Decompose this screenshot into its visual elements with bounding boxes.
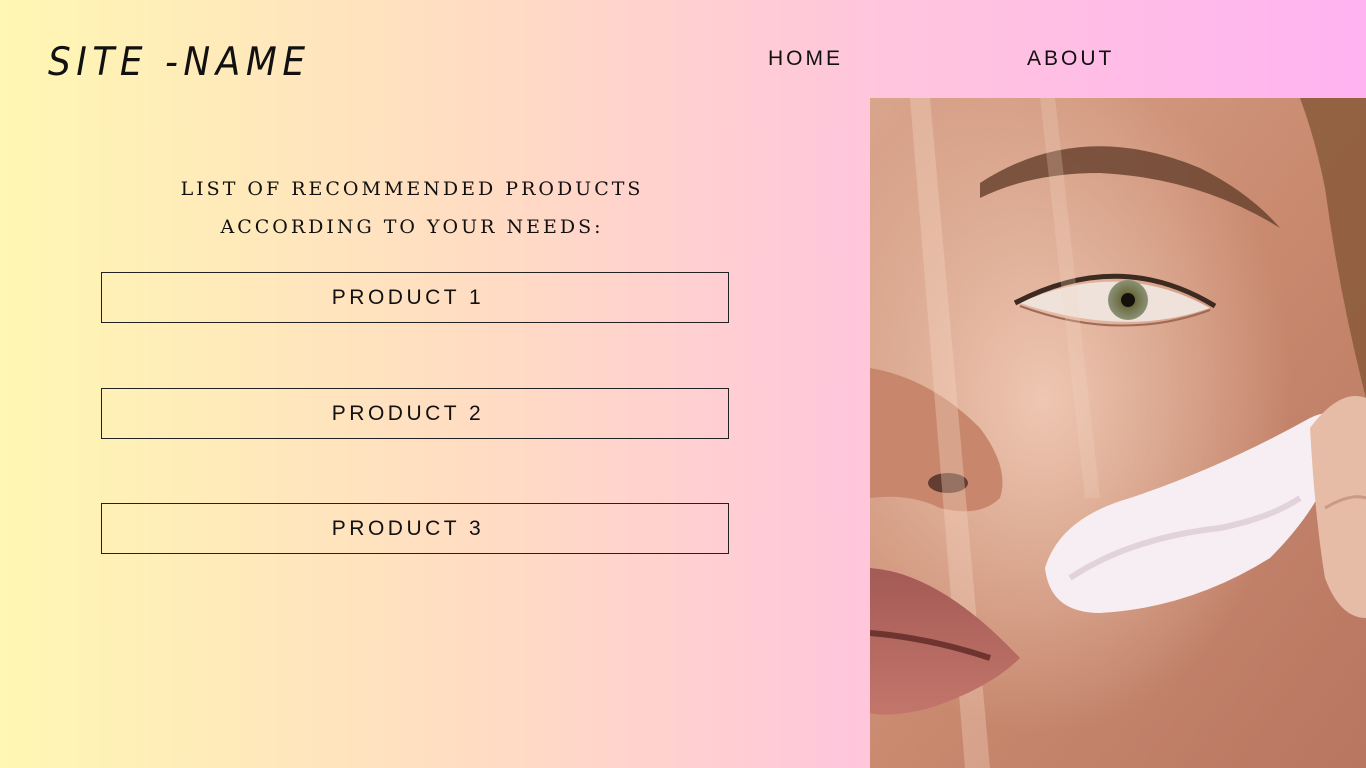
hero-image bbox=[870, 98, 1366, 768]
skincare-face-illustration bbox=[870, 98, 1366, 768]
product-2-button[interactable]: PRODUCT 2 bbox=[101, 388, 729, 439]
site-logo[interactable]: SITE -NAME bbox=[48, 40, 311, 85]
product-3-button[interactable]: PRODUCT 3 bbox=[101, 503, 729, 554]
recommendations-heading: LIST OF RECOMMENDED PRODUCTS ACCORDING T… bbox=[100, 170, 724, 246]
product-1-button[interactable]: PRODUCT 1 bbox=[101, 272, 729, 323]
nav-home-link[interactable]: HOME bbox=[768, 47, 843, 71]
nav-about-link[interactable]: ABOUT bbox=[1027, 47, 1114, 71]
heading-line-1: LIST OF RECOMMENDED PRODUCTS bbox=[180, 178, 644, 200]
heading-line-2: ACCORDING TO YOUR NEEDS: bbox=[220, 216, 604, 238]
